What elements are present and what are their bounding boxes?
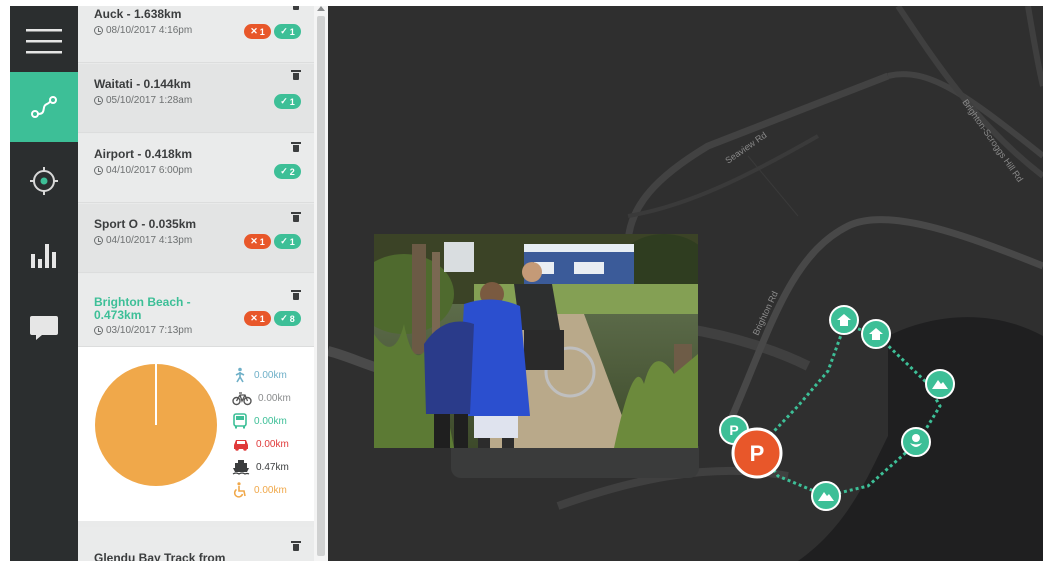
route-icon (31, 96, 57, 118)
mode-car: 0.00km (232, 436, 289, 452)
x-icon: ✕ (250, 236, 258, 246)
error-badge: ✕ 1 (244, 234, 271, 249)
trip-item[interactable]: Auck - 1.638km 08/10/2017 4:16pm ✕ 1 ✓ 1 (78, 6, 314, 63)
trip-detail: 0.00km 0.00km 0.00km 0.00km 0.47km 0.00k… (78, 347, 314, 521)
check-badge: ✓ 8 (274, 311, 301, 326)
ferry-icon (232, 460, 250, 475)
trip-list-panel: Auck - 1.638km 08/10/2017 4:16pm ✕ 1 ✓ 1 W… (78, 6, 328, 561)
clock-icon (94, 26, 103, 35)
clock-icon (94, 236, 103, 245)
car-icon (234, 440, 248, 451)
crosshair-icon (30, 167, 58, 195)
trip-date: 04/10/2017 6:00pm (106, 165, 193, 176)
mode-bike: 0.00km (232, 390, 291, 406)
mode-pie-chart (95, 364, 217, 486)
menu-button[interactable] (10, 6, 78, 76)
trip-title: Brighton Beach - 0.473km (94, 295, 191, 322)
error-badge: ✕ 1 (244, 24, 271, 39)
nav-messages[interactable] (10, 292, 78, 362)
clock-icon (94, 326, 103, 335)
clock-icon (94, 166, 103, 175)
x-icon: ✕ (250, 26, 258, 36)
mountain-marker[interactable] (924, 368, 956, 400)
location-photo[interactable] (374, 234, 698, 448)
walk-icon (235, 367, 245, 383)
bus-icon (233, 413, 247, 429)
check-badge: ✓ 1 (274, 234, 301, 249)
trip-item[interactable]: Waitati - 0.144km 05/10/2017 1:28am ✓ 1 (78, 64, 314, 133)
trip-date: 05/10/2017 1:28am (106, 95, 193, 106)
check-badge: ✓ 1 (274, 94, 301, 109)
trash-icon[interactable] (291, 142, 301, 152)
scroll-thumb[interactable] (317, 16, 325, 556)
trip-title: Waitati - 0.144km (94, 77, 191, 91)
flower-marker[interactable] (900, 426, 932, 458)
trash-icon[interactable] (291, 541, 301, 551)
parking-marker-large[interactable]: P (730, 426, 784, 480)
check-icon: ✓ (280, 96, 288, 106)
parking-icon: P (750, 441, 765, 466)
bike-icon (232, 392, 252, 406)
trash-icon[interactable] (292, 6, 300, 10)
scroll-up-arrow[interactable] (317, 6, 325, 11)
road-label: Brighton-Scroggs Hill Rd (960, 97, 1025, 183)
home-marker[interactable] (860, 318, 892, 350)
trip-date: 04/10/2017 4:13pm (106, 235, 193, 246)
check-icon: ✓ (280, 166, 288, 176)
error-badge: ✕ 1 (244, 311, 271, 326)
nav-rail (10, 6, 78, 561)
wheelchair-icon (233, 482, 246, 498)
trash-icon[interactable] (291, 290, 301, 300)
trip-title: Airport - 0.418km (94, 147, 193, 161)
trip-title: Auck - 1.638km (94, 7, 182, 21)
nav-trips[interactable] (10, 72, 78, 142)
trip-list-scrollbar[interactable] (314, 6, 328, 561)
chat-icon (30, 316, 58, 340)
clock-icon (94, 96, 103, 105)
home-marker[interactable] (828, 304, 860, 336)
mode-walk: 0.00km (232, 367, 287, 383)
trip-date: 08/10/2017 4:16pm (106, 25, 193, 36)
trip-title: Glendu Bay Track from (94, 551, 226, 561)
check-badge: ✓ 1 (274, 24, 301, 39)
photo-image (374, 234, 698, 448)
check-icon: ✓ (280, 236, 288, 246)
mode-wheelchair: 0.00km (232, 482, 287, 498)
trash-icon[interactable] (291, 212, 301, 222)
check-badge: ✓ 2 (274, 164, 301, 179)
hamburger-icon (26, 29, 62, 54)
trip-title: Sport O - 0.035km (94, 217, 197, 231)
mode-bus: 0.00km (232, 413, 287, 429)
mode-ferry: 0.47km (232, 459, 289, 475)
trip-item[interactable]: Airport - 0.418km 04/10/2017 6:00pm ✓ 2 (78, 134, 314, 203)
trash-icon[interactable] (291, 70, 301, 80)
app-frame: Auck - 1.638km 08/10/2017 4:16pm ✕ 1 ✓ 1 W… (10, 6, 1043, 561)
mountain-marker[interactable] (810, 480, 842, 512)
trip-item[interactable]: Glendu Bay Track from (78, 527, 314, 561)
x-icon: ✕ (250, 313, 258, 323)
nav-location[interactable] (10, 146, 78, 216)
trip-date: 03/10/2017 7:13pm (106, 325, 193, 336)
trip-item[interactable]: Sport O - 0.035km 04/10/2017 4:13pm ✕ 1 ✓… (78, 204, 314, 273)
trip-item-selected[interactable]: Brighton Beach - 0.473km 03/10/2017 7:13… (78, 274, 314, 347)
check-icon: ✓ (280, 26, 288, 36)
photo-caption-tray (451, 446, 699, 478)
nav-stats[interactable] (10, 220, 78, 290)
bar-chart-icon (31, 244, 56, 268)
check-icon: ✓ (280, 313, 288, 323)
